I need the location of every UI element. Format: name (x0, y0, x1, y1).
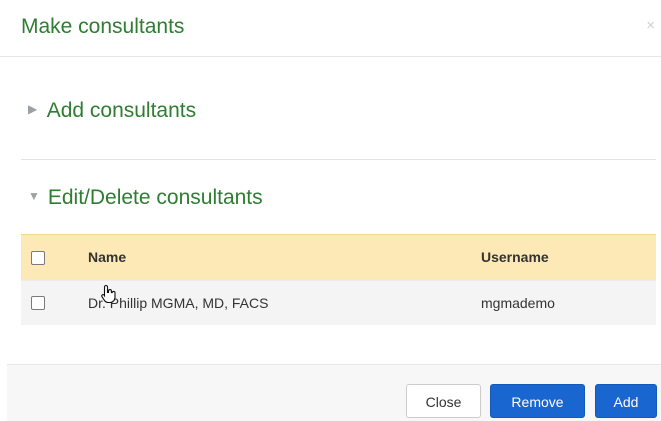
remove-button[interactable]: Remove (490, 384, 585, 418)
name-column-header: Name (88, 249, 127, 265)
consultants-table: Name Username Dr. Phillip MGMA, MD, FACS… (21, 234, 656, 325)
triangle-right-icon: ▶ (28, 102, 38, 117)
hand-pointer-icon (101, 284, 116, 304)
username-column-header: Username (481, 249, 549, 265)
edit-delete-consultants-toggle[interactable]: ▼ Edit/Delete consultants (28, 185, 263, 211)
dialog-header: Make consultants × (0, 0, 661, 57)
dialog-footer: Close Remove Add (7, 364, 661, 421)
consultant-username: mgmademo (481, 295, 555, 311)
section-divider (21, 159, 656, 160)
dialog-title: Make consultants (21, 15, 185, 38)
close-icon[interactable]: × (646, 16, 655, 36)
triangle-down-icon: ▼ (28, 189, 40, 204)
row-checkbox[interactable] (31, 296, 45, 310)
add-button[interactable]: Add (595, 384, 657, 418)
edit-delete-consultants-label: Edit/Delete consultants (47, 186, 263, 209)
add-consultants-toggle[interactable]: ▶ Add consultants (28, 98, 196, 124)
close-button[interactable]: Close (406, 384, 481, 418)
table-header-row: Name Username (21, 234, 656, 280)
make-consultants-dialog: Make consultants × ▶ Add consultants ▼ E… (0, 0, 661, 421)
add-consultants-label: Add consultants (46, 99, 197, 122)
select-all-checkbox[interactable] (31, 250, 45, 265)
